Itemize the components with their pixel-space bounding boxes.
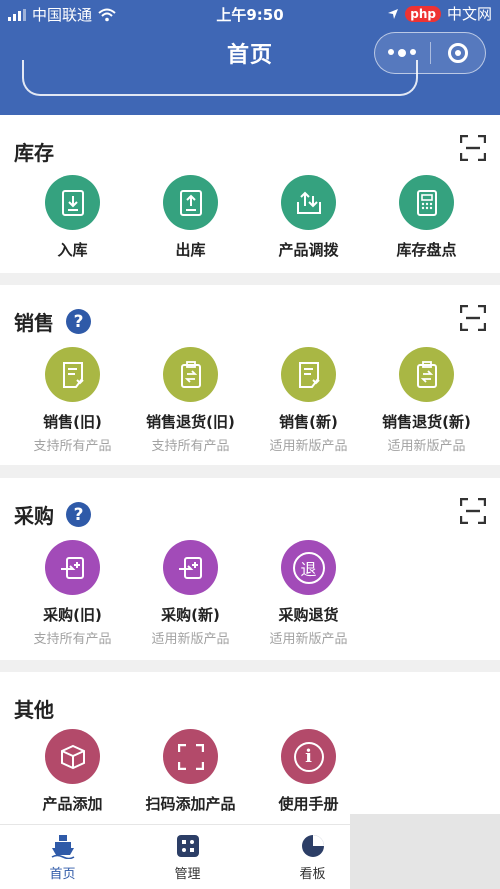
item-label: 销售退货(旧) <box>146 413 235 431</box>
sales-return-icon <box>399 347 454 402</box>
tab-label: 管理 <box>174 867 201 882</box>
item-label: 入库 <box>57 241 88 259</box>
item-sublabel: 适用新版产品 <box>269 439 348 454</box>
inventory-stock-out[interactable]: 出库 <box>128 175 253 260</box>
purchase-cart-icon <box>163 540 218 595</box>
item-label: 库存盘点 <box>396 241 457 259</box>
dot-icon <box>398 49 407 57</box>
ship-icon <box>50 833 76 859</box>
item-sublabel: 支持所有产品 <box>33 632 112 647</box>
item-sublabel: 适用新版产品 <box>387 439 466 454</box>
item-label: 产品添加 <box>42 795 103 813</box>
section-title: 其他 <box>14 698 54 722</box>
purchase-cart-icon <box>45 540 100 595</box>
sales-doc-icon <box>281 347 336 402</box>
help-icon[interactable]: ? <box>66 502 91 527</box>
sales-return-icon <box>163 347 218 402</box>
dot-icon <box>388 49 395 55</box>
item-label: 采购退货 <box>278 606 339 624</box>
return-glyph: 退 <box>292 551 325 584</box>
product-add[interactable]: 产品添加 <box>10 729 135 814</box>
section-title: 采购 <box>14 504 54 528</box>
scan-icon[interactable] <box>460 135 486 161</box>
section-inventory: 库存 入库 出库 产品调拨 库存盘点 <box>0 115 500 273</box>
dot-icon <box>410 49 417 55</box>
bottom-tab-bar: 首页 管理 看板 <box>0 814 500 889</box>
tab-manage[interactable]: 管理 <box>125 833 250 882</box>
inventory-stocktake[interactable]: 库存盘点 <box>364 175 489 260</box>
inventory-stock-in[interactable]: 入库 <box>10 175 135 260</box>
info-glyph: i <box>293 741 324 772</box>
target-icon <box>447 43 468 63</box>
item-label: 产品调拨 <box>278 241 339 259</box>
more-button[interactable] <box>375 49 430 57</box>
sales-return-old[interactable]: 销售退货(旧) 支持所有产品 <box>128 347 253 454</box>
location-icon <box>388 8 399 19</box>
item-label: 扫码添加产品 <box>145 795 236 813</box>
stock-in-icon <box>45 175 100 230</box>
section-title: 销售 <box>14 311 54 335</box>
user-manual[interactable]: i 使用手册 <box>246 729 371 814</box>
section-other: 其他 产品添加 扫码添加产品 i 使用手册 <box>0 672 500 824</box>
tab-label: 首页 <box>49 867 76 882</box>
item-sublabel: 支持所有产品 <box>33 439 112 454</box>
sales-new[interactable]: 销售(新) 适用新版产品 <box>246 347 371 454</box>
info-icon: i <box>281 729 336 784</box>
item-label: 采购(旧) <box>43 606 102 624</box>
close-miniprogram-button[interactable] <box>431 43 486 63</box>
item-label: 销售退货(新) <box>382 413 471 431</box>
item-label: 出库 <box>175 241 206 259</box>
item-label: 使用手册 <box>278 795 339 813</box>
inventory-transfer[interactable]: 产品调拨 <box>246 175 371 260</box>
item-sublabel: 适用新版产品 <box>151 632 230 647</box>
pie-chart-icon <box>300 833 326 859</box>
tab-home[interactable]: 首页 <box>0 833 125 882</box>
section-sales: 销售? 销售(旧) 支持所有产品 销售退货(旧) 支持所有产品 销售(新) 适用… <box>0 285 500 465</box>
stock-out-icon <box>163 175 218 230</box>
sales-old[interactable]: 销售(旧) 支持所有产品 <box>10 347 135 454</box>
scan-add-product[interactable]: 扫码添加产品 <box>128 729 253 814</box>
item-sublabel: 支持所有产品 <box>151 439 230 454</box>
section-title: 库存 <box>14 141 54 165</box>
purchase-old[interactable]: 采购(旧) 支持所有产品 <box>10 540 135 647</box>
search-bar[interactable] <box>22 60 418 96</box>
sales-doc-icon <box>45 347 100 402</box>
item-label: 销售(新) <box>279 413 338 431</box>
item-label: 采购(新) <box>161 606 220 624</box>
php-badge: php <box>405 5 441 22</box>
section-purchase: 采购? 采购(旧) 支持所有产品 采购(新) 适用新版产品 退 采购退货 适用新… <box>0 478 500 660</box>
transfer-icon <box>281 175 336 230</box>
status-bar: 中国联通 上午9:50 php 中文网 <box>0 0 500 28</box>
top-bar: 中国联通 上午9:50 php 中文网 首页 <box>0 0 500 115</box>
purchase-return[interactable]: 退 采购退货 适用新版产品 <box>246 540 371 647</box>
box-icon <box>45 729 100 784</box>
sales-return-new[interactable]: 销售退货(新) 适用新版产品 <box>364 347 489 454</box>
grid-icon <box>175 833 201 859</box>
item-sublabel: 适用新版产品 <box>269 632 348 647</box>
watermark-overlay <box>350 814 500 889</box>
scan-icon[interactable] <box>460 498 486 524</box>
item-label: 销售(旧) <box>43 413 102 431</box>
scan-icon[interactable] <box>460 305 486 331</box>
cn-site-label: 中文网 <box>446 5 492 23</box>
purchase-new[interactable]: 采购(新) 适用新版产品 <box>128 540 253 647</box>
return-icon: 退 <box>281 540 336 595</box>
stocktake-icon <box>399 175 454 230</box>
scan-frame-icon <box>163 729 218 784</box>
help-icon[interactable]: ? <box>66 309 91 334</box>
